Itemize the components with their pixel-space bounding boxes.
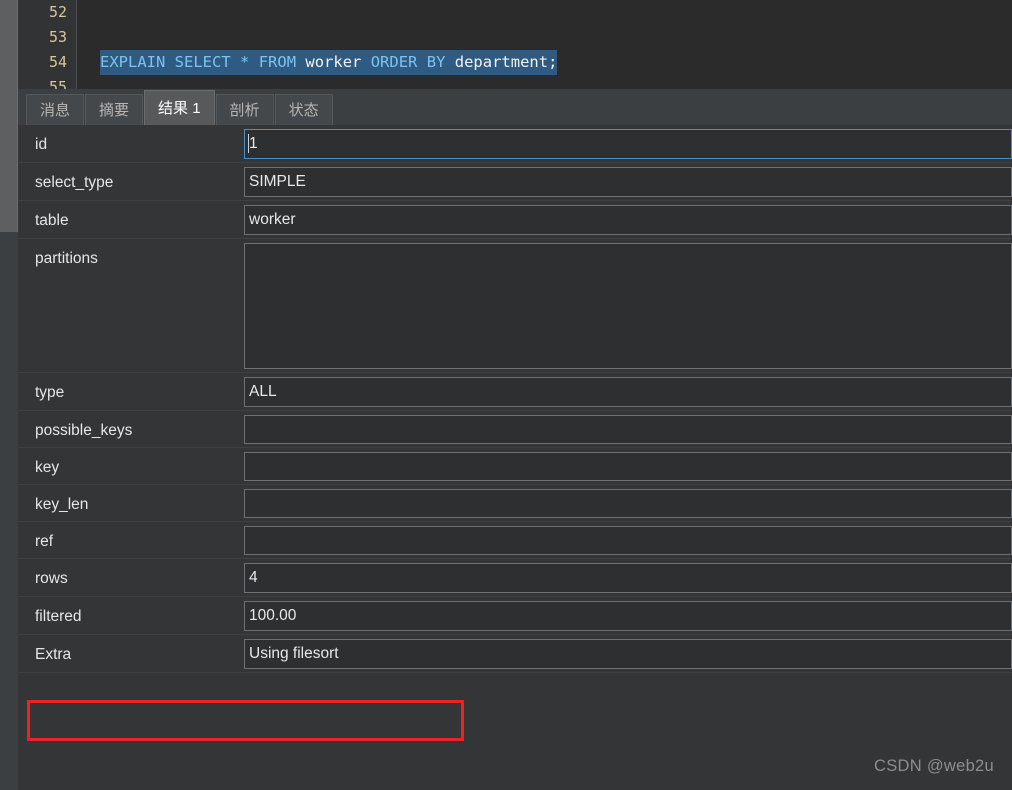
sql-token-keyword: EXPLAIN (100, 53, 165, 71)
sql-token-identifier: worker (305, 53, 361, 71)
explain-row: key_len (18, 485, 1012, 522)
field-label-possible_keys: possible_keys (18, 411, 244, 440)
field-label-filtered: filtered (18, 597, 244, 626)
explain-row: tableworker (18, 201, 1012, 239)
watermark-label: CSDN @web2u (874, 757, 994, 776)
field-label-key: key (18, 448, 244, 477)
field-label-select_type: select_type (18, 163, 244, 192)
code-line[interactable] (78, 75, 1012, 89)
editor-code-area[interactable]: EXPLAIN SELECT * FROM worker ORDER BY de… (78, 0, 1012, 89)
outer-scrollbar-track[interactable] (0, 0, 18, 790)
tab-1[interactable]: 摘要 (85, 94, 143, 125)
sql-token-plain (445, 53, 454, 71)
sql-token-plain (417, 53, 426, 71)
sql-editor[interactable]: 52535455 EXPLAIN SELECT * FROM worker OR… (18, 0, 1012, 89)
mysql-workbench-window: 52535455 EXPLAIN SELECT * FROM worker OR… (0, 0, 1012, 790)
panel-bottom-filler (18, 744, 1012, 790)
tab-4[interactable]: 状态 (275, 94, 333, 125)
sql-token-plain (296, 53, 305, 71)
sql-token-identifier: department; (455, 53, 558, 71)
field-value-ref[interactable] (244, 526, 1012, 555)
field-label-Extra: Extra (18, 635, 244, 664)
line-number: 52 (18, 0, 76, 25)
explain-row: select_typeSIMPLE (18, 163, 1012, 201)
tab-0[interactable]: 消息 (26, 94, 84, 125)
editor-line-number-gutter: 52535455 (18, 0, 77, 89)
field-value-partitions[interactable] (244, 243, 1012, 369)
field-value-key[interactable] (244, 452, 1012, 481)
field-label-table: table (18, 201, 244, 230)
tab-3[interactable]: 剖析 (216, 94, 274, 125)
field-value-rows[interactable]: 4 (244, 563, 1012, 593)
sql-token-plain (249, 53, 258, 71)
explain-row: id1 (18, 125, 1012, 163)
results-tab-bar: 消息摘要结果 1剖析状态 (18, 89, 1012, 125)
line-number: 55 (18, 75, 76, 89)
tab-2[interactable]: 结果 1 (144, 90, 215, 125)
field-value-possible_keys[interactable] (244, 415, 1012, 444)
explain-result-form: id1select_typeSIMPLEtableworkerpartition… (18, 125, 1012, 790)
sql-token-plain (165, 53, 174, 71)
explain-row: possible_keys (18, 411, 1012, 448)
field-value-filtered[interactable]: 100.00 (244, 601, 1012, 631)
field-value-type[interactable]: ALL (244, 377, 1012, 407)
sql-token-keyword: * (240, 53, 249, 71)
sql-token-keyword: FROM (259, 53, 296, 71)
explain-row: ExtraUsing filesort (18, 635, 1012, 673)
code-line[interactable] (78, 0, 1012, 25)
line-number: 54 (18, 50, 76, 75)
sql-token-keyword: BY (427, 53, 446, 71)
explain-row: partitions (18, 239, 1012, 373)
field-label-ref: ref (18, 522, 244, 551)
explain-rows-container: id1select_typeSIMPLEtableworkerpartition… (18, 125, 1012, 673)
explain-row: key (18, 448, 1012, 485)
field-label-key_len: key_len (18, 485, 244, 514)
explain-row: ref (18, 522, 1012, 559)
field-value-id[interactable]: 1 (244, 129, 1012, 159)
sql-token-plain (231, 53, 240, 71)
code-line[interactable]: EXPLAIN SELECT * FROM worker ORDER BY de… (78, 50, 1012, 75)
field-value-select_type[interactable]: SIMPLE (244, 167, 1012, 197)
field-label-type: type (18, 373, 244, 402)
explain-row: rows4 (18, 559, 1012, 597)
code-line[interactable] (78, 25, 1012, 50)
field-label-rows: rows (18, 559, 244, 588)
outer-scrollbar-thumb[interactable] (0, 0, 18, 232)
explain-row: typeALL (18, 373, 1012, 411)
field-value-table[interactable]: worker (244, 205, 1012, 235)
field-value-key_len[interactable] (244, 489, 1012, 518)
sql-token-keyword: ORDER (371, 53, 418, 71)
field-value-Extra[interactable]: Using filesort (244, 639, 1012, 669)
field-label-partitions: partitions (18, 239, 244, 268)
explain-row: filtered100.00 (18, 597, 1012, 635)
sql-token-keyword: SELECT (175, 53, 231, 71)
extra-field-highlight-box (27, 700, 464, 741)
line-number: 53 (18, 25, 76, 50)
field-label-id: id (18, 125, 244, 154)
selected-sql-statement[interactable]: EXPLAIN SELECT * FROM worker ORDER BY de… (100, 50, 557, 75)
sql-token-plain (361, 53, 370, 71)
